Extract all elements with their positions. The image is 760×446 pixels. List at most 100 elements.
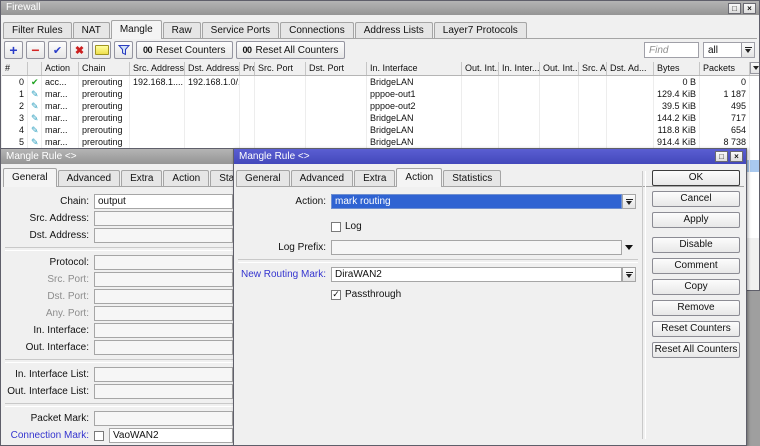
column-header-dst-ad[interactable]: Dst. Ad...	[607, 62, 654, 75]
connection-mark-checkbox[interactable]: ✓	[94, 431, 104, 441]
new-routing-mark-label[interactable]: New Routing Mark:	[234, 269, 331, 280]
dropdown-icon[interactable]	[741, 43, 754, 57]
close-icon[interactable]: ×	[743, 3, 756, 14]
column-header-chain[interactable]: Chain	[79, 62, 130, 75]
disable-button[interactable]: Disable	[652, 237, 740, 253]
column-header-packets[interactable]: Packets	[700, 62, 750, 75]
disable-rule-button[interactable]: ✖	[70, 41, 89, 59]
maximize-icon[interactable]: □	[715, 151, 728, 162]
column-header-icon[interactable]: #	[2, 62, 28, 75]
divider	[642, 171, 646, 439]
reset-all-counters-button[interactable]: Reset All Counters	[652, 342, 740, 358]
action-fields: Action: mark routing ✓ Log Log Prefix: N…	[234, 186, 642, 304]
cancel-button[interactable]: Cancel	[652, 191, 740, 207]
dropdown-icon[interactable]	[622, 194, 636, 209]
column-header-out-int[interactable]: Out. Int...	[462, 62, 499, 75]
enable-rule-button[interactable]: ✔	[48, 41, 67, 59]
remove-rule-button[interactable]: −	[26, 41, 45, 59]
packet-mark-input[interactable]	[94, 411, 233, 426]
tab-action[interactable]: Action	[396, 168, 442, 187]
table-cell-action: acc...	[42, 76, 79, 88]
firewall-titlebar[interactable]: Firewall □ ×	[1, 1, 759, 15]
chain-input[interactable]: output	[94, 194, 233, 209]
tab-filter-rules[interactable]: Filter Rules	[3, 22, 72, 38]
dialog-titlebar[interactable]: Mangle Rule <>	[1, 149, 239, 164]
column-header-bytes[interactable]: Bytes	[654, 62, 700, 75]
filter-button[interactable]	[114, 41, 133, 59]
column-header-in-interface[interactable]: In. Interface	[367, 62, 462, 75]
log-prefix-input[interactable]	[331, 240, 622, 255]
tab-connections[interactable]: Connections	[280, 22, 354, 38]
tab-raw[interactable]: Raw	[163, 22, 201, 38]
dialog-title: Mangle Rule <>	[6, 150, 236, 164]
column-header-icon[interactable]	[28, 62, 42, 75]
column-header-proto[interactable]: Proto...	[240, 62, 255, 75]
dst-address-input[interactable]	[94, 228, 233, 243]
table-row[interactable]: 5✎mar...preroutingBridgeLAN914.4 KiB8 73…	[2, 136, 759, 148]
ok-button[interactable]: OK	[652, 170, 740, 186]
column-header-src-ad[interactable]: Src. Ad...	[579, 62, 607, 75]
copy-button[interactable]: Copy	[652, 279, 740, 295]
table-cell-src_alist	[579, 88, 607, 100]
tab-action[interactable]: Action	[163, 170, 209, 186]
column-header-out-int[interactable]: Out. Int...	[540, 62, 579, 75]
tab-general[interactable]: General	[236, 170, 290, 186]
passthrough-checkbox[interactable]: ✓	[331, 290, 341, 300]
column-header-dst-port[interactable]: Dst. Port	[306, 62, 367, 75]
table-cell-src_alist	[579, 124, 607, 136]
src-address-input[interactable]	[94, 211, 233, 226]
table-row[interactable]: 0✔acc...prerouting192.168.1....192.168.1…	[2, 76, 759, 88]
chevron-down-icon[interactable]	[622, 240, 636, 255]
remove-button[interactable]: Remove	[652, 300, 740, 316]
column-header-action[interactable]: Action	[42, 62, 79, 75]
divider	[5, 247, 235, 251]
tab-nat[interactable]: NAT	[73, 22, 110, 38]
column-selector-button[interactable]	[750, 62, 759, 74]
maximize-icon[interactable]: □	[728, 3, 741, 14]
new-routing-mark-input[interactable]: DiraWAN2	[331, 267, 622, 282]
tab-general[interactable]: General	[3, 168, 57, 187]
column-header-src-address[interactable]: Src. Address	[130, 62, 185, 75]
dialog-titlebar[interactable]: Mangle Rule <> □ ×	[234, 149, 746, 164]
comment-button[interactable]	[92, 41, 111, 59]
in-interface-input[interactable]	[94, 323, 233, 338]
in-interface-list-input[interactable]	[94, 367, 233, 382]
out-interface-input[interactable]	[94, 340, 233, 355]
reset-counters-button[interactable]: Reset Counters	[652, 321, 740, 337]
tab-extra[interactable]: Extra	[354, 170, 395, 186]
tab-address-lists[interactable]: Address Lists	[355, 22, 433, 38]
find-input[interactable]	[644, 42, 699, 58]
out-interface-list-input[interactable]	[94, 384, 233, 399]
table-cell-id: 4	[2, 124, 28, 136]
comment-button[interactable]: Comment	[652, 258, 740, 274]
tab-advanced[interactable]: Advanced	[58, 170, 120, 186]
table-cell-proto	[240, 112, 255, 124]
tab-layer7-protocols[interactable]: Layer7 Protocols	[434, 22, 527, 38]
action-dropdown[interactable]: mark routing	[331, 194, 622, 209]
table-cell-out_interface2	[462, 136, 499, 148]
protocol-input[interactable]	[94, 255, 233, 270]
column-header-in-inter[interactable]: In. Inter...	[499, 62, 540, 75]
add-rule-button[interactable]: +	[4, 41, 23, 59]
column-header-dst-address[interactable]: Dst. Address	[185, 62, 240, 75]
connection-mark-label[interactable]: Connection Mark:	[1, 430, 94, 441]
table-row[interactable]: 2✎mar...preroutingpppoe-out239.5 KiB495	[2, 100, 759, 112]
tab-advanced[interactable]: Advanced	[291, 170, 353, 186]
reset-counters-button[interactable]: 00 Reset Counters	[136, 41, 233, 59]
connection-mark-input[interactable]: VaoWAN2	[109, 428, 233, 443]
apply-button[interactable]: Apply	[652, 212, 740, 228]
close-icon[interactable]: ×	[730, 151, 743, 162]
table-row[interactable]: 4✎mar...preroutingBridgeLAN118.8 KiB654	[2, 124, 759, 136]
reset-all-counters-button[interactable]: 00 Reset All Counters	[236, 41, 346, 59]
table-row[interactable]: 3✎mar...preroutingBridgeLAN144.2 KiB717	[2, 112, 759, 124]
tab-extra[interactable]: Extra	[121, 170, 162, 186]
log-checkbox[interactable]: ✓	[331, 222, 341, 232]
tab-service-ports[interactable]: Service Ports	[202, 22, 279, 38]
table-row[interactable]: 1✎mar...preroutingpppoe-out1129.4 KiB1 1…	[2, 88, 759, 100]
tab-mangle[interactable]: Mangle	[111, 20, 162, 39]
tab-statistics[interactable]: Statistics	[443, 170, 501, 186]
filter-scope-dropdown[interactable]: all	[703, 42, 755, 58]
dropdown-icon[interactable]	[622, 267, 636, 282]
column-header-src-port[interactable]: Src. Port	[255, 62, 306, 75]
protocol-label: Protocol:	[1, 257, 94, 268]
